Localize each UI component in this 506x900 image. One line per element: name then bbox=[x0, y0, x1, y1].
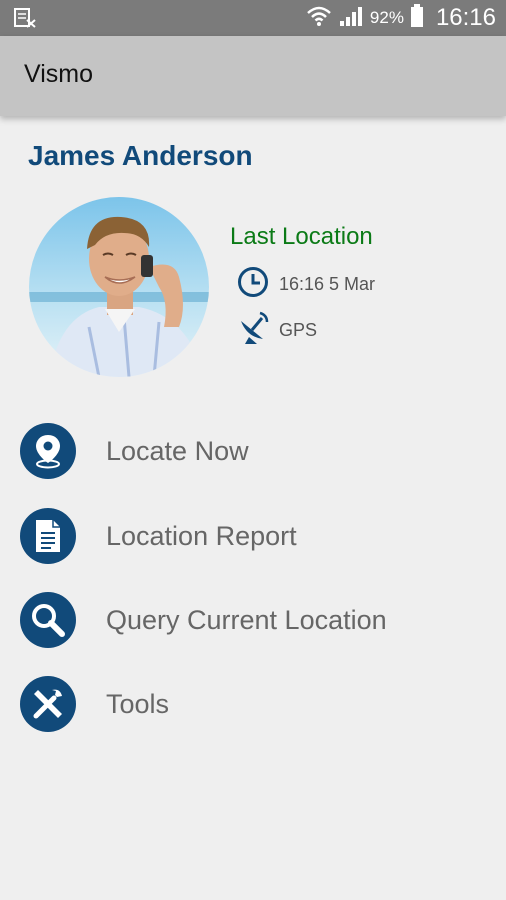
location-pin-icon bbox=[20, 423, 76, 479]
app-title: Vismo bbox=[24, 60, 94, 88]
signal-icon bbox=[338, 5, 364, 32]
battery-icon bbox=[410, 3, 424, 33]
menu-item-label: Query Current Location bbox=[106, 604, 387, 635]
avatar bbox=[29, 197, 209, 377]
menu-item-label: Locate Now bbox=[106, 435, 249, 466]
last-location-time-row: 16:16 5 Mar bbox=[237, 266, 375, 302]
menu-item-query-current-location[interactable]: Query Current Location bbox=[20, 590, 490, 650]
tools-icon bbox=[20, 676, 76, 732]
user-name: James Anderson bbox=[28, 140, 253, 171]
wifi-icon bbox=[306, 5, 332, 32]
last-location-time: 16:16 5 Mar bbox=[279, 273, 376, 294]
menu-item-label: Location Report bbox=[106, 520, 297, 551]
menu-item-locate-now[interactable]: Locate Now bbox=[20, 421, 490, 481]
clock-icon bbox=[237, 266, 269, 303]
menu-item-location-report[interactable]: Location Report bbox=[20, 506, 490, 566]
app-bar: Vismo bbox=[0, 36, 506, 116]
last-location-source-row: GPS bbox=[237, 311, 318, 350]
last-location-source: GPS bbox=[279, 319, 318, 340]
search-icon bbox=[20, 592, 76, 648]
menu-item-tools[interactable]: Tools bbox=[20, 674, 490, 734]
notification-icon bbox=[14, 8, 36, 33]
document-icon bbox=[20, 508, 76, 564]
battery-percent: 92% bbox=[369, 8, 404, 27]
status-clock: 16:16 bbox=[435, 4, 496, 31]
satellite-icon bbox=[237, 311, 269, 350]
status-bar: 92% 16:16 bbox=[0, 0, 506, 36]
last-location-title: Last Location bbox=[230, 223, 373, 250]
menu-item-label: Tools bbox=[106, 688, 170, 719]
